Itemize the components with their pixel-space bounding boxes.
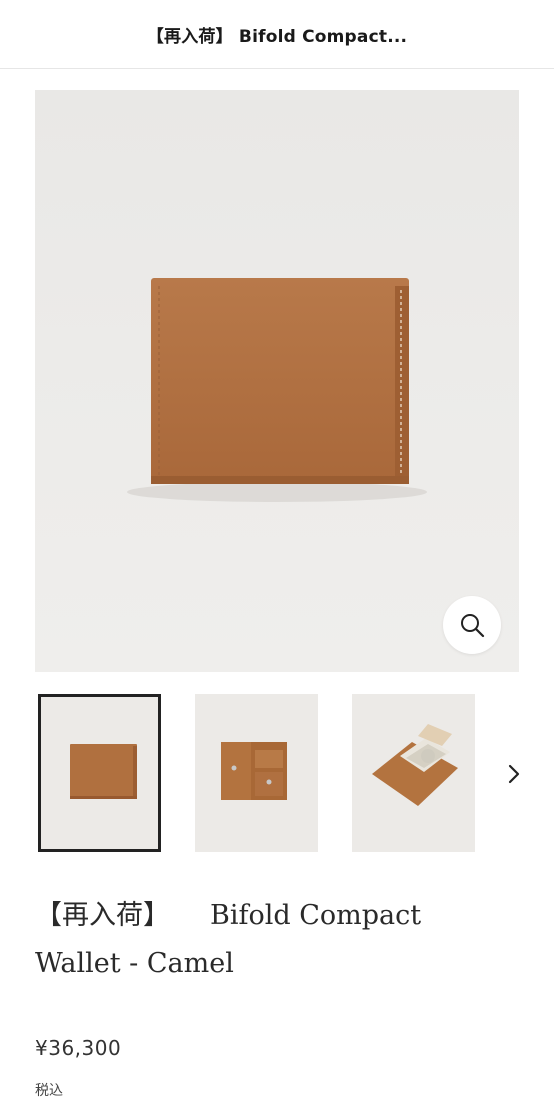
- thumbnail-wallet-open[interactable]: [195, 694, 318, 852]
- thumbnail-wallet-with-cards[interactable]: [352, 694, 475, 852]
- wallet-illustration: [127, 278, 427, 502]
- search-icon: [461, 614, 485, 638]
- wallet-cards-image: [352, 694, 475, 852]
- title-prefix: 【再入荷】: [35, 900, 170, 931]
- product-price: ¥36,300: [35, 1036, 122, 1060]
- header-title: 【再入荷】 Bifold Compact...: [146, 26, 408, 47]
- page-header: 【再入荷】 Bifold Compact...: [0, 0, 554, 69]
- product-title: 【再入荷】 Bifold Compact Wallet - Camel: [35, 892, 515, 988]
- zoom-button[interactable]: [443, 596, 501, 654]
- thumbnail-wallet-closed[interactable]: [38, 694, 161, 852]
- main-product-image[interactable]: [35, 90, 519, 672]
- wallet-closed-image: [38, 694, 161, 852]
- title-line1: Bifold Compact: [210, 900, 422, 931]
- next-image-button[interactable]: [498, 752, 530, 796]
- title-line2: Wallet - Camel: [35, 948, 234, 979]
- wallet-open-image: [195, 694, 318, 852]
- tax-included-note: 税込: [35, 1083, 63, 1099]
- thumbnail-strip: [35, 694, 554, 854]
- chevron-right-icon: [508, 764, 520, 784]
